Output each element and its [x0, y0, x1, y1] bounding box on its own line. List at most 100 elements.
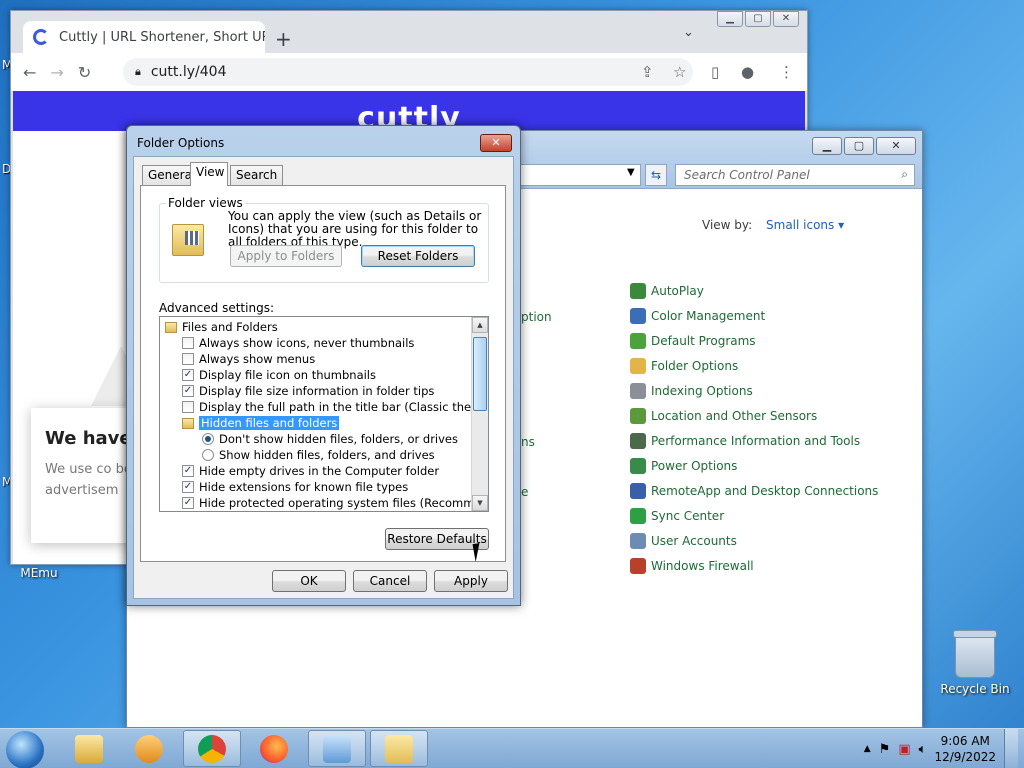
search-icon[interactable]: ⌕	[901, 167, 908, 182]
side-panel-icon[interactable]: ▯	[711, 63, 719, 81]
reload-icon[interactable]: ↻	[78, 63, 91, 82]
new-tab-icon[interactable]: +	[275, 27, 292, 51]
checkbox[interactable]: ✓	[182, 465, 194, 477]
control-panel-item[interactable]: Power Options	[630, 455, 737, 477]
taskbar-folder-options[interactable]	[370, 730, 428, 767]
control-panel-item-label: Location and Other Sensors	[651, 409, 818, 423]
control-panel-item[interactable]: RemoteApp and Desktop Connections	[630, 480, 878, 502]
address-dropdown-icon[interactable]: ▼	[627, 167, 635, 178]
scroll-thumb[interactable]	[473, 337, 487, 411]
tree-option[interactable]: ✓ Hide extensions for known file types	[182, 479, 408, 495]
minimize-icon[interactable]: ▁	[812, 137, 842, 155]
minimize-icon[interactable]: ▁	[717, 11, 743, 27]
forward-icon[interactable]: →	[50, 63, 63, 82]
share-icon[interactable]: ⇪	[641, 63, 654, 81]
checkbox[interactable]	[182, 337, 194, 349]
desktop-icon-memu-label: MEmu	[20, 566, 58, 580]
taskbar-firefox[interactable]	[245, 730, 303, 767]
control-panel-item[interactable]: Performance Information and Tools	[630, 430, 860, 452]
control-panel-item-partial[interactable]: ption	[521, 310, 552, 324]
apply-to-folders-button[interactable]: Apply to Folders	[230, 245, 342, 267]
back-icon[interactable]: ←	[23, 63, 36, 82]
show-hidden-icons-icon[interactable]: ▲	[864, 744, 871, 754]
scroll-up-icon[interactable]: ▲	[472, 317, 488, 333]
checkbox[interactable]: ✓	[182, 481, 194, 493]
taskbar-control-panel[interactable]	[308, 730, 366, 767]
control-panel-item[interactable]: Windows Firewall	[630, 555, 754, 577]
close-icon[interactable]: ✕	[773, 11, 799, 27]
ok-button[interactable]: OK	[272, 570, 346, 592]
tree-option[interactable]: Display the full path in the title bar (…	[182, 399, 488, 415]
address-bar[interactable]: 🔒︎ cutt.ly/404	[123, 58, 693, 86]
close-icon[interactable]: ✕	[480, 134, 512, 152]
taskbar-chrome[interactable]	[183, 730, 241, 767]
start-button-icon[interactable]	[6, 731, 44, 768]
show-desktop-button[interactable]	[1004, 729, 1018, 768]
advanced-settings-label: Advanced settings:	[159, 301, 274, 315]
menu-kebab-icon[interactable]: ⋮	[779, 63, 794, 81]
checkbox[interactable]: ✓	[182, 369, 194, 381]
checkbox[interactable]	[182, 401, 194, 413]
desktop-icon-memu[interactable]: MEmu	[4, 566, 74, 580]
control-panel-item-label: Color Management	[651, 309, 766, 323]
control-panel-item-icon	[630, 533, 646, 549]
tree-option[interactable]: ✓ Display file size information in folder…	[182, 383, 434, 399]
control-panel-item[interactable]: AutoPlay	[630, 280, 704, 302]
control-panel-item-label: User Accounts	[651, 534, 737, 548]
radio-button[interactable]	[202, 433, 214, 445]
search-input[interactable]: Search Control Panel ⌕	[675, 164, 915, 186]
control-panel-item[interactable]: Default Programs	[630, 330, 756, 352]
scroll-down-icon[interactable]: ▼	[472, 495, 488, 511]
tree-scrollbar[interactable]: ▲ ▼	[471, 317, 488, 511]
control-panel-item[interactable]: Indexing Options	[630, 380, 753, 402]
control-panel-item-partial[interactable]: e	[521, 485, 528, 499]
tree-option[interactable]: ✓ Hide empty drives in the Computer folde…	[182, 463, 439, 479]
control-panel-item-icon	[630, 408, 646, 424]
close-icon[interactable]: ✕	[876, 137, 916, 155]
taskbar-explorer[interactable]	[60, 730, 118, 767]
tree-option[interactable]: Always show icons, never thumbnails	[182, 335, 414, 351]
tree-option-label: Files and Folders	[182, 320, 278, 334]
tree-folder-node[interactable]: Hidden files and folders	[182, 415, 340, 431]
radio-button[interactable]	[202, 449, 214, 461]
tab-search-chevron-icon[interactable]: ⌄	[683, 25, 694, 40]
tree-option[interactable]: Always show menus	[182, 351, 315, 367]
view-by-dropdown[interactable]: Small icons ▾	[766, 218, 844, 232]
action-center-icon[interactable]: ⚑	[879, 742, 891, 757]
tree-option[interactable]: ✓ Hide protected operating system files (…	[182, 495, 488, 511]
checkbox[interactable]: ✓	[182, 497, 194, 509]
control-panel-item[interactable]: Color Management	[630, 305, 765, 327]
apply-button[interactable]: Apply	[434, 570, 508, 592]
cancel-button[interactable]: Cancel	[353, 570, 427, 592]
control-panel-item[interactable]: Sync Center	[630, 505, 724, 527]
volume-icon[interactable]: 🔈︎	[919, 742, 927, 757]
control-panel-address-bar[interactable]	[517, 164, 641, 186]
network-icon[interactable]: ▣	[898, 742, 910, 757]
checkbox[interactable]: ✓	[182, 385, 194, 397]
browser-tab[interactable]: Cuttly | URL Shortener, Short URL	[23, 21, 265, 53]
control-panel-item-partial[interactable]: ns	[521, 435, 535, 449]
checkbox[interactable]	[182, 353, 194, 365]
tree-option[interactable]: Don't show hidden files, folders, or dri…	[202, 431, 458, 447]
tree-option-label: Always show icons, never thumbnails	[199, 336, 415, 350]
control-panel-item[interactable]: User Accounts	[630, 530, 737, 552]
reset-folders-button[interactable]: Reset Folders	[361, 245, 475, 267]
tab-search[interactable]: Search	[230, 165, 284, 185]
clock[interactable]: 9:06 AM 12/9/2022	[934, 733, 996, 765]
bookmark-star-icon[interactable]: ☆	[673, 63, 686, 81]
tree-folder-node[interactable]: Files and Folders	[165, 319, 278, 335]
taskbar-media-player[interactable]	[120, 730, 178, 767]
desktop-icon-recycle-bin[interactable]: Recycle Bin	[940, 630, 1010, 696]
control-panel-item[interactable]: Folder Options	[630, 355, 738, 377]
tab-view[interactable]: View	[190, 162, 228, 186]
advanced-settings-tree: Files and Folders Always show icons, neve…	[159, 316, 489, 512]
tree-option[interactable]: ✓ Display file icon on thumbnails	[182, 367, 376, 383]
maximize-icon[interactable]: ▢	[745, 11, 771, 27]
control-panel-item[interactable]: Location and Other Sensors	[630, 405, 817, 427]
tree-option[interactable]: Show hidden files, folders, and drives	[202, 447, 435, 463]
maximize-icon[interactable]: ▢	[844, 137, 874, 155]
profile-avatar-icon[interactable]: ●	[741, 63, 754, 81]
tree-option-label: Don't show hidden files, folders, or dri…	[219, 432, 459, 446]
control-panel-item-icon	[630, 508, 646, 524]
refresh-icon[interactable]: ⇆	[645, 164, 667, 186]
